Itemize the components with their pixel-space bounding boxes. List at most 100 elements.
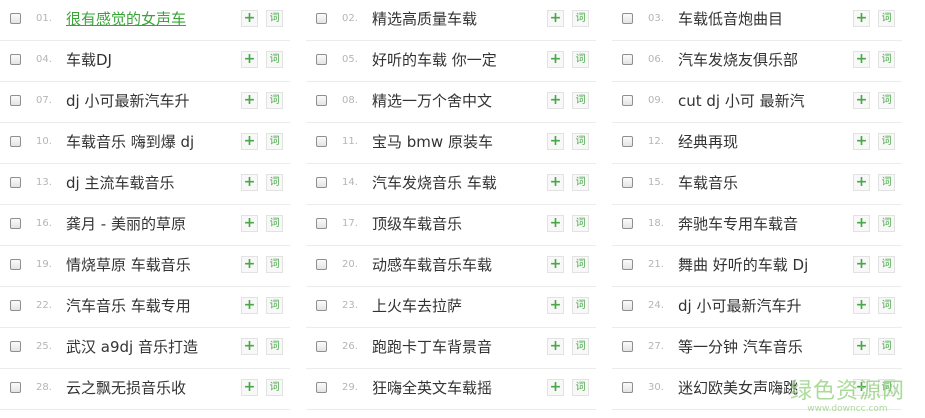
song-title-link[interactable]: 车载音乐 [678,173,846,193]
add-to-playlist-button[interactable]: + [241,379,258,396]
lyrics-button[interactable]: 词 [266,133,283,150]
add-to-playlist-button[interactable]: + [241,133,258,150]
lyrics-button[interactable]: 词 [266,379,283,396]
lyrics-button[interactable]: 词 [572,297,589,314]
add-to-playlist-button[interactable]: + [547,51,564,68]
song-title-link[interactable]: 武汉 a9dj 音乐打造 [66,337,234,357]
song-title-link[interactable]: 好听的车载 你一定 [372,50,540,70]
song-checkbox[interactable] [10,13,21,24]
song-checkbox[interactable] [10,218,21,229]
add-to-playlist-button[interactable]: + [853,215,870,232]
song-checkbox[interactable] [316,177,327,188]
lyrics-button[interactable]: 词 [266,215,283,232]
lyrics-button[interactable]: 词 [572,338,589,355]
song-title-link[interactable]: 狂嗨全英文车载摇 [372,378,540,398]
song-title-link[interactable]: 很有感觉的女声车 [66,9,234,29]
add-to-playlist-button[interactable]: + [547,379,564,396]
add-to-playlist-button[interactable]: + [547,133,564,150]
lyrics-button[interactable]: 词 [266,51,283,68]
song-checkbox[interactable] [316,95,327,106]
lyrics-button[interactable]: 词 [572,256,589,273]
add-to-playlist-button[interactable]: + [853,133,870,150]
song-checkbox[interactable] [10,300,21,311]
lyrics-button[interactable]: 词 [572,92,589,109]
song-title-link[interactable]: dj 小可最新汽车升 [678,296,846,316]
add-to-playlist-button[interactable]: + [853,297,870,314]
song-title-link[interactable]: 车载音乐 嗨到爆 dj [66,132,234,152]
add-to-playlist-button[interactable]: + [241,297,258,314]
song-title-link[interactable]: cut dj 小可 最新汽 [678,91,846,111]
song-checkbox[interactable] [10,177,21,188]
song-title-link[interactable]: 跑跑卡丁车背景音 [372,337,540,357]
song-title-link[interactable]: 车载低音炮曲目 [678,9,846,29]
song-title-link[interactable]: 云之飘无损音乐收 [66,378,234,398]
song-checkbox[interactable] [316,13,327,24]
add-to-playlist-button[interactable]: + [547,215,564,232]
song-checkbox[interactable] [622,259,633,270]
song-title-link[interactable]: 龚月 - 美丽的草原 [66,214,234,234]
add-to-playlist-button[interactable]: + [547,338,564,355]
add-to-playlist-button[interactable]: + [241,92,258,109]
lyrics-button[interactable]: 词 [266,10,283,27]
song-checkbox[interactable] [316,259,327,270]
add-to-playlist-button[interactable]: + [241,51,258,68]
song-title-link[interactable]: 等一分钟 汽车音乐 [678,337,846,357]
song-title-link[interactable]: 车载DJ [66,50,234,70]
add-to-playlist-button[interactable]: + [853,10,870,27]
lyrics-button[interactable]: 词 [878,215,895,232]
song-checkbox[interactable] [316,382,327,393]
add-to-playlist-button[interactable]: + [547,10,564,27]
song-title-link[interactable]: dj 小可最新汽车升 [66,91,234,111]
add-to-playlist-button[interactable]: + [853,256,870,273]
song-title-link[interactable]: 精选高质量车载 [372,9,540,29]
add-to-playlist-button[interactable]: + [547,92,564,109]
lyrics-button[interactable]: 词 [878,297,895,314]
song-title-link[interactable]: 迷幻欧美女声嗨跳 [678,378,846,398]
song-title-link[interactable]: 顶级车载音乐 [372,214,540,234]
song-checkbox[interactable] [316,218,327,229]
song-title-link[interactable]: 奔驰车专用车载音 [678,214,846,234]
add-to-playlist-button[interactable]: + [241,338,258,355]
song-checkbox[interactable] [10,382,21,393]
song-title-link[interactable]: dj 主流车载音乐 [66,173,234,193]
add-to-playlist-button[interactable]: + [241,10,258,27]
add-to-playlist-button[interactable]: + [853,51,870,68]
lyrics-button[interactable]: 词 [572,51,589,68]
lyrics-button[interactable]: 词 [572,174,589,191]
song-checkbox[interactable] [622,300,633,311]
lyrics-button[interactable]: 词 [266,338,283,355]
song-title-link[interactable]: 情烧草原 车载音乐 [66,255,234,275]
song-checkbox[interactable] [622,13,633,24]
lyrics-button[interactable]: 词 [266,297,283,314]
song-checkbox[interactable] [316,136,327,147]
song-checkbox[interactable] [622,95,633,106]
lyrics-button[interactable]: 词 [878,174,895,191]
lyrics-button[interactable]: 词 [878,51,895,68]
add-to-playlist-button[interactable]: + [853,379,870,396]
song-checkbox[interactable] [622,54,633,65]
song-checkbox[interactable] [10,341,21,352]
add-to-playlist-button[interactable]: + [853,174,870,191]
add-to-playlist-button[interactable]: + [241,215,258,232]
song-checkbox[interactable] [316,54,327,65]
song-checkbox[interactable] [622,218,633,229]
song-title-link[interactable]: 汽车发烧音乐 车载 [372,173,540,193]
song-title-link[interactable]: 动感车载音乐车载 [372,255,540,275]
song-title-link[interactable]: 上火车去拉萨 [372,296,540,316]
lyrics-button[interactable]: 词 [878,379,895,396]
add-to-playlist-button[interactable]: + [547,256,564,273]
lyrics-button[interactable]: 词 [266,256,283,273]
lyrics-button[interactable]: 词 [878,133,895,150]
lyrics-button[interactable]: 词 [572,379,589,396]
song-checkbox[interactable] [622,382,633,393]
song-checkbox[interactable] [316,341,327,352]
song-title-link[interactable]: 汽车发烧友俱乐部 [678,50,846,70]
lyrics-button[interactable]: 词 [266,92,283,109]
add-to-playlist-button[interactable]: + [241,174,258,191]
lyrics-button[interactable]: 词 [878,92,895,109]
song-checkbox[interactable] [10,136,21,147]
song-title-link[interactable]: 经典再现 [678,132,846,152]
song-checkbox[interactable] [622,136,633,147]
lyrics-button[interactable]: 词 [878,10,895,27]
song-checkbox[interactable] [10,95,21,106]
